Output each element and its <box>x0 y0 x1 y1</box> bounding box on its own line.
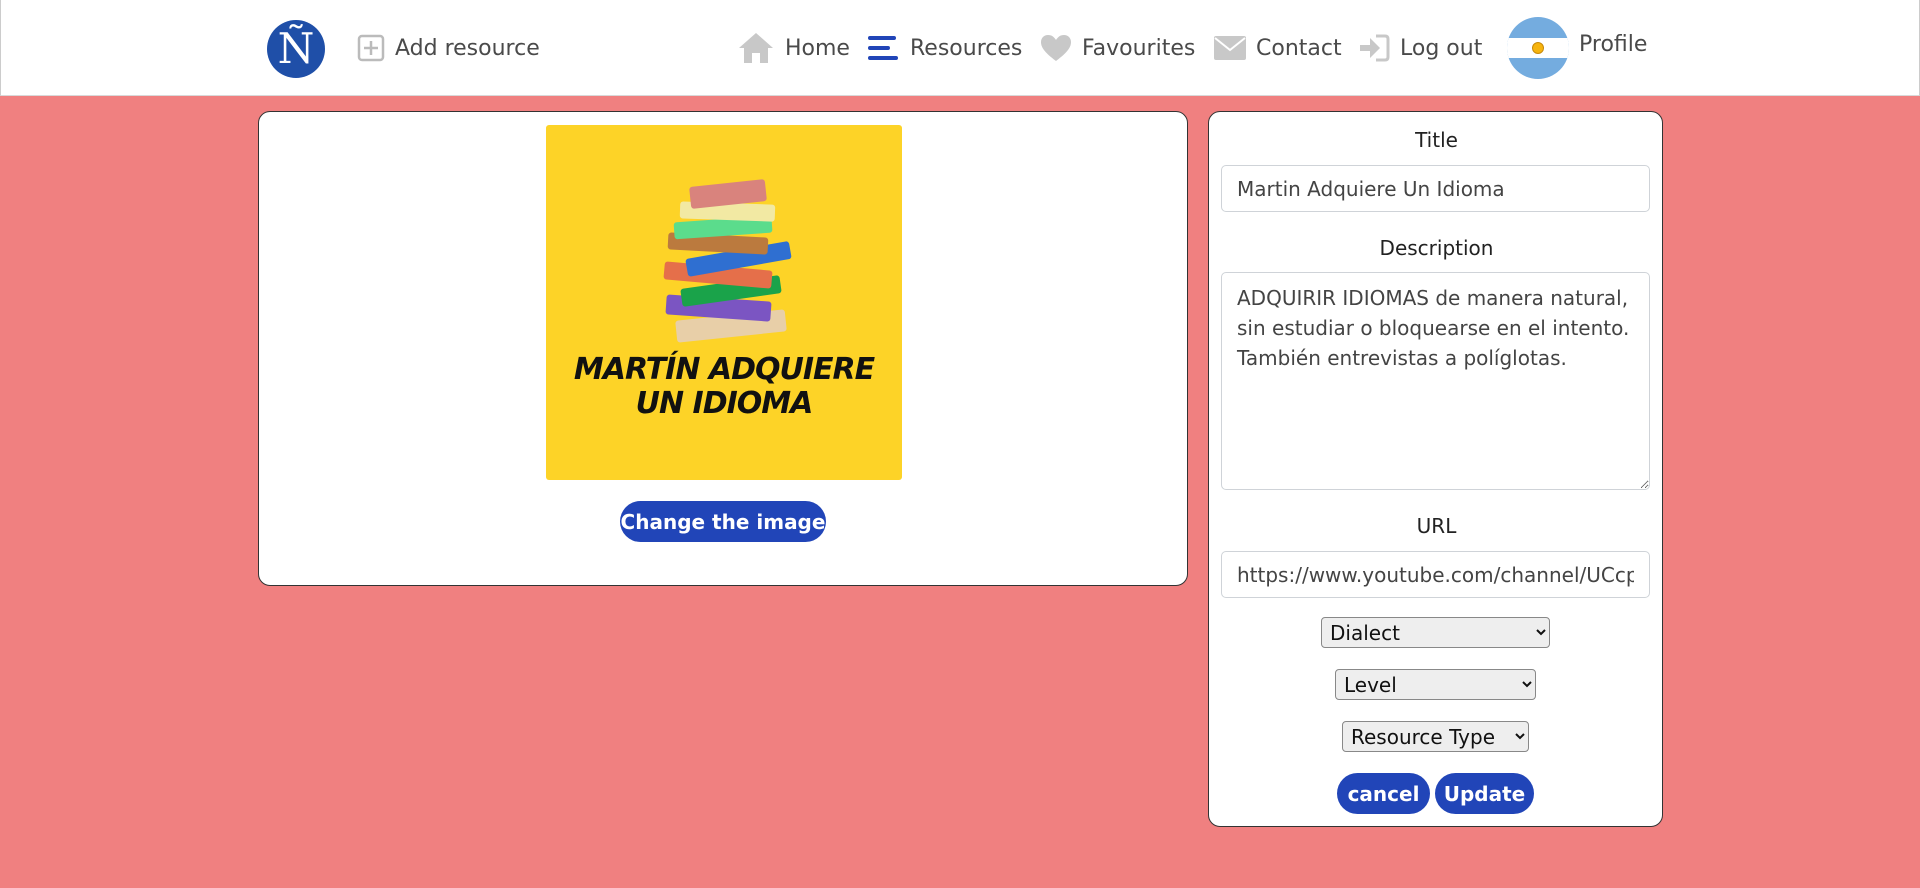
nav-home-label: Home <box>785 35 850 61</box>
nav-contact[interactable]: Contact <box>1214 0 1342 96</box>
sun-icon <box>1532 42 1544 54</box>
menu-lines-icon <box>868 36 898 60</box>
resource-image: MARTÍN ADQUIERE UN IDIOMA <box>546 125 902 480</box>
nav-logout-label: Log out <box>1400 35 1483 61</box>
edit-form-panel: Title Description ADQUIRIR IDIOMAS de ma… <box>1208 111 1663 827</box>
description-label: Description <box>1379 236 1494 260</box>
cancel-button[interactable]: cancel <box>1337 773 1430 814</box>
title-label: Title <box>1415 128 1458 152</box>
add-resource-label: Add resource <box>395 35 540 61</box>
nav-resources-label: Resources <box>910 35 1023 61</box>
sign-in-icon <box>1360 34 1390 62</box>
update-button[interactable]: Update <box>1435 773 1534 814</box>
nav-profile[interactable]: Profile <box>1579 0 1647 92</box>
nav-favourites[interactable]: Favourites <box>1040 0 1195 96</box>
nav-home[interactable]: Home <box>737 0 850 96</box>
add-resource-link[interactable]: Add resource <box>357 0 540 96</box>
resource-type-select[interactable]: Resource Type <box>1342 721 1529 752</box>
plus-square-icon <box>357 34 385 62</box>
url-input[interactable] <box>1221 551 1650 598</box>
change-image-button[interactable]: Change the image <box>620 501 826 542</box>
title-input[interactable] <box>1221 165 1650 212</box>
profile-avatar-flag[interactable] <box>1507 17 1569 79</box>
description-textarea[interactable]: ADQUIRIR IDIOMAS de manera natural, sin … <box>1221 272 1650 490</box>
envelope-icon <box>1214 36 1246 60</box>
nav-favourites-label: Favourites <box>1082 35 1196 61</box>
heart-icon <box>1041 35 1071 61</box>
site-logo[interactable]: Ñ <box>267 20 325 78</box>
books-stack-illustration <box>663 179 792 343</box>
image-panel: MARTÍN ADQUIERE UN IDIOMA Change the ima… <box>258 111 1188 586</box>
dialect-select[interactable]: Dialect <box>1321 617 1550 648</box>
nav-logout[interactable]: Log out <box>1358 0 1482 96</box>
nav-profile-label: Profile <box>1579 31 1648 57</box>
url-label: URL <box>1416 514 1457 538</box>
nav-resources[interactable]: Resources <box>868 0 1022 96</box>
nav-contact-label: Contact <box>1256 35 1342 61</box>
level-select[interactable]: Level <box>1335 669 1536 700</box>
image-caption: MARTÍN ADQUIERE UN IDIOMA <box>573 352 875 421</box>
home-icon <box>739 33 773 63</box>
top-navbar: Ñ Add resource Home Resources Favourites <box>0 0 1920 96</box>
